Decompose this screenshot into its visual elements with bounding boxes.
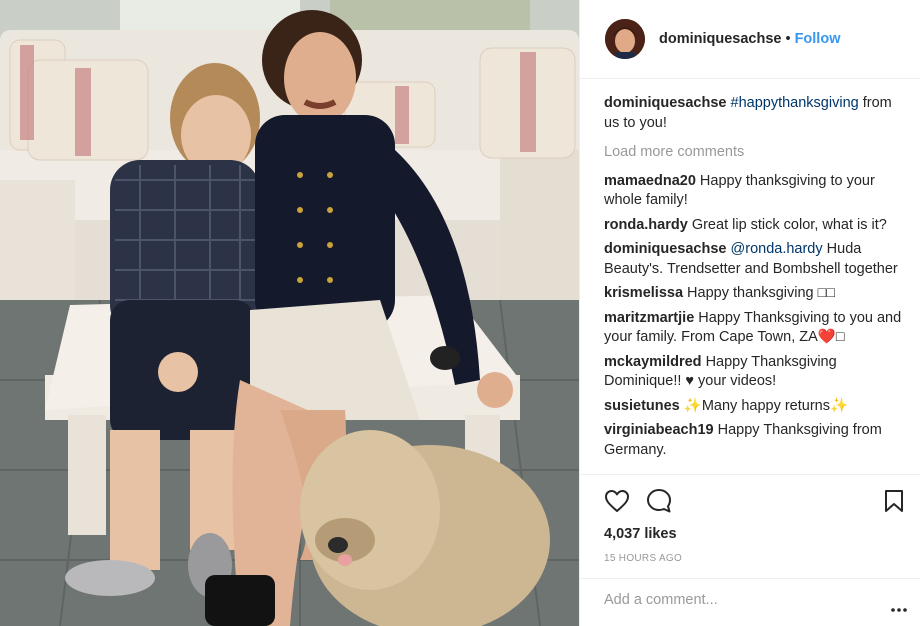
add-comment-input[interactable] (602, 591, 876, 609)
post-actions: 4,037 likes 15 HOURS AGO (580, 474, 920, 594)
header-username[interactable]: dominiquesachse (659, 31, 781, 47)
heart-icon[interactable] (604, 489, 630, 518)
header-separator: • (785, 31, 791, 47)
follow-button[interactable]: Follow (795, 31, 841, 47)
post-header: dominiquesachse • Follow (580, 0, 920, 79)
more-options-icon[interactable] (891, 599, 907, 617)
header-line: dominiquesachse • Follow (659, 31, 840, 47)
load-more-comments[interactable]: Load more comments (604, 143, 904, 163)
comment-username[interactable]: virginiabeach19 (604, 422, 714, 438)
comment-username[interactable]: krismelissa (604, 285, 683, 301)
comment-username[interactable]: ronda.hardy (604, 217, 688, 233)
comment-text: Happy thanksgiving □□ (687, 285, 836, 301)
comment-item: maritzmartjie Happy Thanksgiving to you … (604, 309, 904, 348)
post-side-panel: dominiquesachse • Follow dominiquesachse #… (579, 0, 920, 626)
comments-section: dominiquesachse #happythanksgiving from … (604, 94, 904, 465)
avatar[interactable] (605, 19, 645, 59)
comment-username[interactable]: mckaymildred (604, 354, 702, 370)
comment-username[interactable]: susietunes (604, 398, 680, 414)
comment-item: mamaedna20 Happy thanksgiving to your wh… (604, 172, 904, 211)
comment-item: ronda.hardy Great lip stick color, what … (604, 216, 904, 236)
comment-item: dominiquesachse @ronda.hardy Huda Beauty… (604, 240, 904, 279)
caption-hashtag[interactable]: #happythanksgiving (731, 95, 859, 111)
avatar-image (605, 19, 645, 59)
comment-text: Great lip stick color, what is it? (691, 216, 887, 233)
instagram-post: dominiquesachse • Follow dominiquesachse #… (0, 0, 920, 626)
comment-username[interactable]: maritzmartjie (604, 310, 694, 326)
bookmark-icon[interactable] (884, 489, 904, 518)
likes-count[interactable]: 4,037 likes (604, 526, 677, 542)
caption: dominiquesachse #happythanksgiving from … (604, 94, 904, 133)
post-photo[interactable] (0, 0, 579, 626)
comment-username[interactable]: mamaedna20 (604, 173, 696, 189)
post-timestamp: 15 HOURS AGO (604, 553, 683, 564)
comment-text: ✨Many happy returns✨ (683, 397, 849, 414)
comment-username[interactable]: dominiquesachse (604, 241, 726, 257)
photo-image (0, 0, 579, 626)
comment-item: krismelissa Happy thanksgiving □□ (604, 284, 904, 304)
comment-bubble-icon[interactable] (646, 488, 672, 519)
comment-mention[interactable]: @ronda.hardy (731, 241, 823, 257)
caption-username[interactable]: dominiquesachse (604, 95, 726, 111)
comment-item: mckaymildred Happy Thanksgiving Dominiqu… (604, 353, 904, 392)
add-comment-bar (580, 578, 920, 626)
comment-item: virginiabeach19 Happy Thanksgiving from … (604, 421, 904, 460)
comment-item: susietunes ✨Many happy returns✨ (604, 397, 904, 417)
